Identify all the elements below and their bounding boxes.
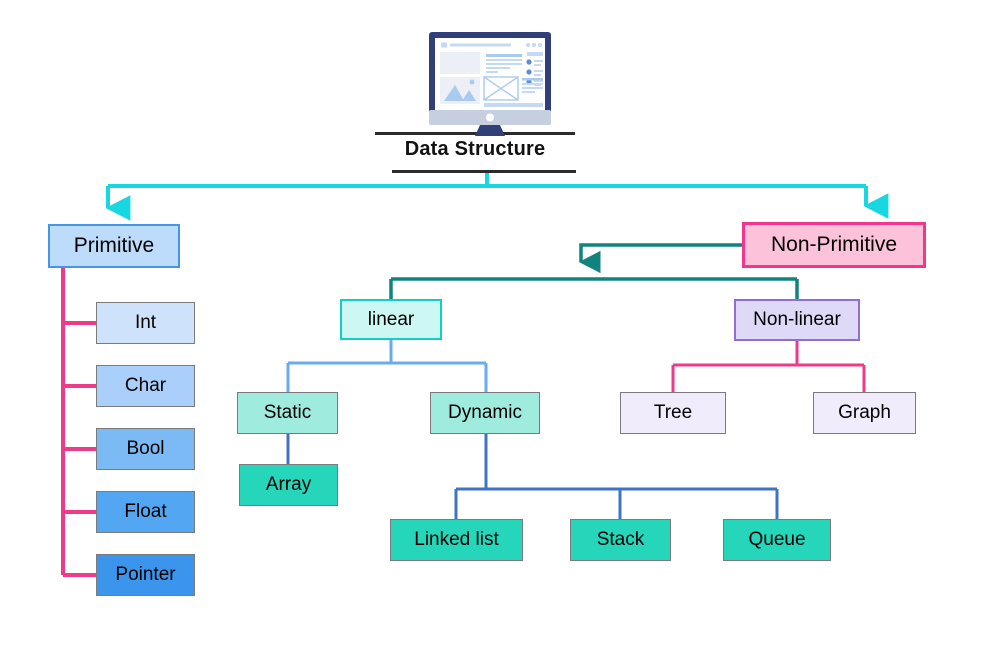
node-label: Char [124, 375, 167, 396]
node-label: Queue [748, 529, 806, 550]
title-rule-bottom [392, 170, 576, 173]
node-label: Stack [596, 529, 645, 550]
node-label: linear [367, 308, 415, 330]
diagram-canvas: Data Structure Primitive Non-Primitive I… [0, 0, 993, 646]
node-array[interactable]: Array [239, 464, 338, 506]
node-primitive[interactable]: Primitive [48, 224, 180, 268]
desktop-monitor-icon [424, 30, 556, 141]
node-label: Float [124, 501, 167, 522]
node-label: Non-linear [753, 309, 841, 330]
node-label: Array [265, 474, 312, 495]
node-label: Graph [838, 402, 891, 423]
node-dynamic[interactable]: Dynamic [430, 392, 540, 434]
node-stack[interactable]: Stack [570, 519, 671, 561]
node-char[interactable]: Char [96, 365, 195, 407]
node-bool[interactable]: Bool [96, 428, 195, 470]
node-graph[interactable]: Graph [813, 392, 916, 434]
node-int[interactable]: Int [96, 302, 195, 344]
node-nonlinear[interactable]: Non-linear [734, 299, 860, 341]
page-title: Data Structure [404, 138, 546, 160]
node-label: Linked list [414, 529, 499, 550]
node-label: Pointer [115, 564, 176, 585]
node-label: Static [263, 402, 312, 423]
node-label: Int [134, 312, 157, 333]
node-queue[interactable]: Queue [723, 519, 831, 561]
node-static[interactable]: Static [237, 392, 338, 434]
node-float[interactable]: Float [96, 491, 195, 533]
node-label: Dynamic [448, 402, 522, 423]
node-label: Bool [126, 438, 165, 459]
node-pointer[interactable]: Pointer [96, 554, 195, 596]
node-nonprimitive[interactable]: Non-Primitive [742, 222, 926, 268]
node-label: Tree [653, 402, 693, 423]
node-tree[interactable]: Tree [620, 392, 726, 434]
node-label: Non-Primitive [770, 233, 898, 256]
node-label: Primitive [73, 234, 155, 257]
node-linkedlist[interactable]: Linked list [390, 519, 523, 561]
node-linear[interactable]: linear [340, 299, 442, 340]
